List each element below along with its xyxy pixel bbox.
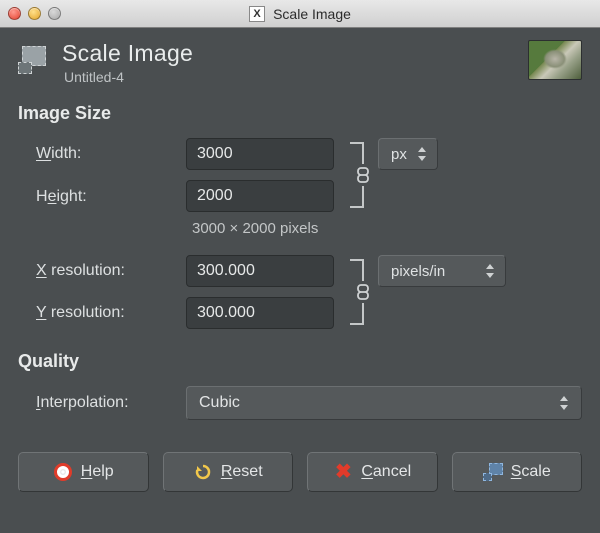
xres-label: X resolution: [36, 262, 186, 280]
button-bar: Help Reset ✖ Cancel Scale [0, 452, 600, 510]
xres-input[interactable] [186, 255, 334, 287]
window-controls [8, 7, 61, 20]
xres-field[interactable] [187, 256, 334, 286]
width-field[interactable] [187, 139, 334, 169]
dialog-title: Scale Image [62, 40, 528, 67]
size-chain-toggle[interactable] [354, 165, 372, 185]
dialog-header: Scale Image Untitled-4 [0, 28, 600, 95]
res-chain-toggle[interactable] [354, 282, 372, 302]
app-icon: X [249, 6, 265, 22]
res-unit-label: pixels/in [391, 263, 445, 280]
scale-icon [483, 462, 503, 482]
scale-button[interactable]: Scale [452, 452, 583, 492]
yres-field[interactable] [187, 298, 334, 328]
window-title: Scale Image [273, 6, 351, 22]
size-chain [346, 138, 378, 212]
help-icon [53, 462, 73, 482]
width-label: Width: [36, 145, 186, 163]
cancel-icon: ✖ [333, 462, 353, 482]
height-field[interactable] [187, 181, 334, 211]
res-chain [346, 255, 378, 329]
chevron-updown-icon [485, 264, 495, 278]
image-thumbnail [528, 40, 582, 80]
size-unit-label: px [391, 146, 407, 163]
height-label: Height: [36, 188, 186, 206]
interpolation-value: Cubic [199, 394, 240, 412]
interpolation-label: Interpolation: [36, 394, 186, 412]
scale-dialog-icon [18, 46, 52, 76]
quality-heading: Quality [18, 351, 582, 372]
res-unit-select[interactable]: pixels/in [378, 255, 506, 287]
width-input[interactable] [186, 138, 334, 170]
interpolation-select[interactable]: Cubic [186, 386, 582, 420]
dialog-subtitle: Untitled-4 [64, 69, 528, 85]
size-unit-select[interactable]: px [378, 138, 438, 170]
image-size-heading: Image Size [18, 103, 582, 124]
yres-label: Y resolution: [36, 304, 186, 322]
zoom-window-button[interactable] [48, 7, 61, 20]
height-input[interactable] [186, 180, 334, 212]
close-window-button[interactable] [8, 7, 21, 20]
minimize-window-button[interactable] [28, 7, 41, 20]
reset-icon [193, 462, 213, 482]
chevron-updown-icon [417, 147, 427, 161]
dimensions-readout: 3000 × 2000 pixels [186, 220, 496, 237]
help-button[interactable]: Help [18, 452, 149, 492]
cancel-button[interactable]: ✖ Cancel [307, 452, 438, 492]
reset-button[interactable]: Reset [163, 452, 294, 492]
yres-input[interactable] [186, 297, 334, 329]
titlebar: X Scale Image [0, 0, 600, 28]
chevron-updown-icon [559, 396, 569, 410]
